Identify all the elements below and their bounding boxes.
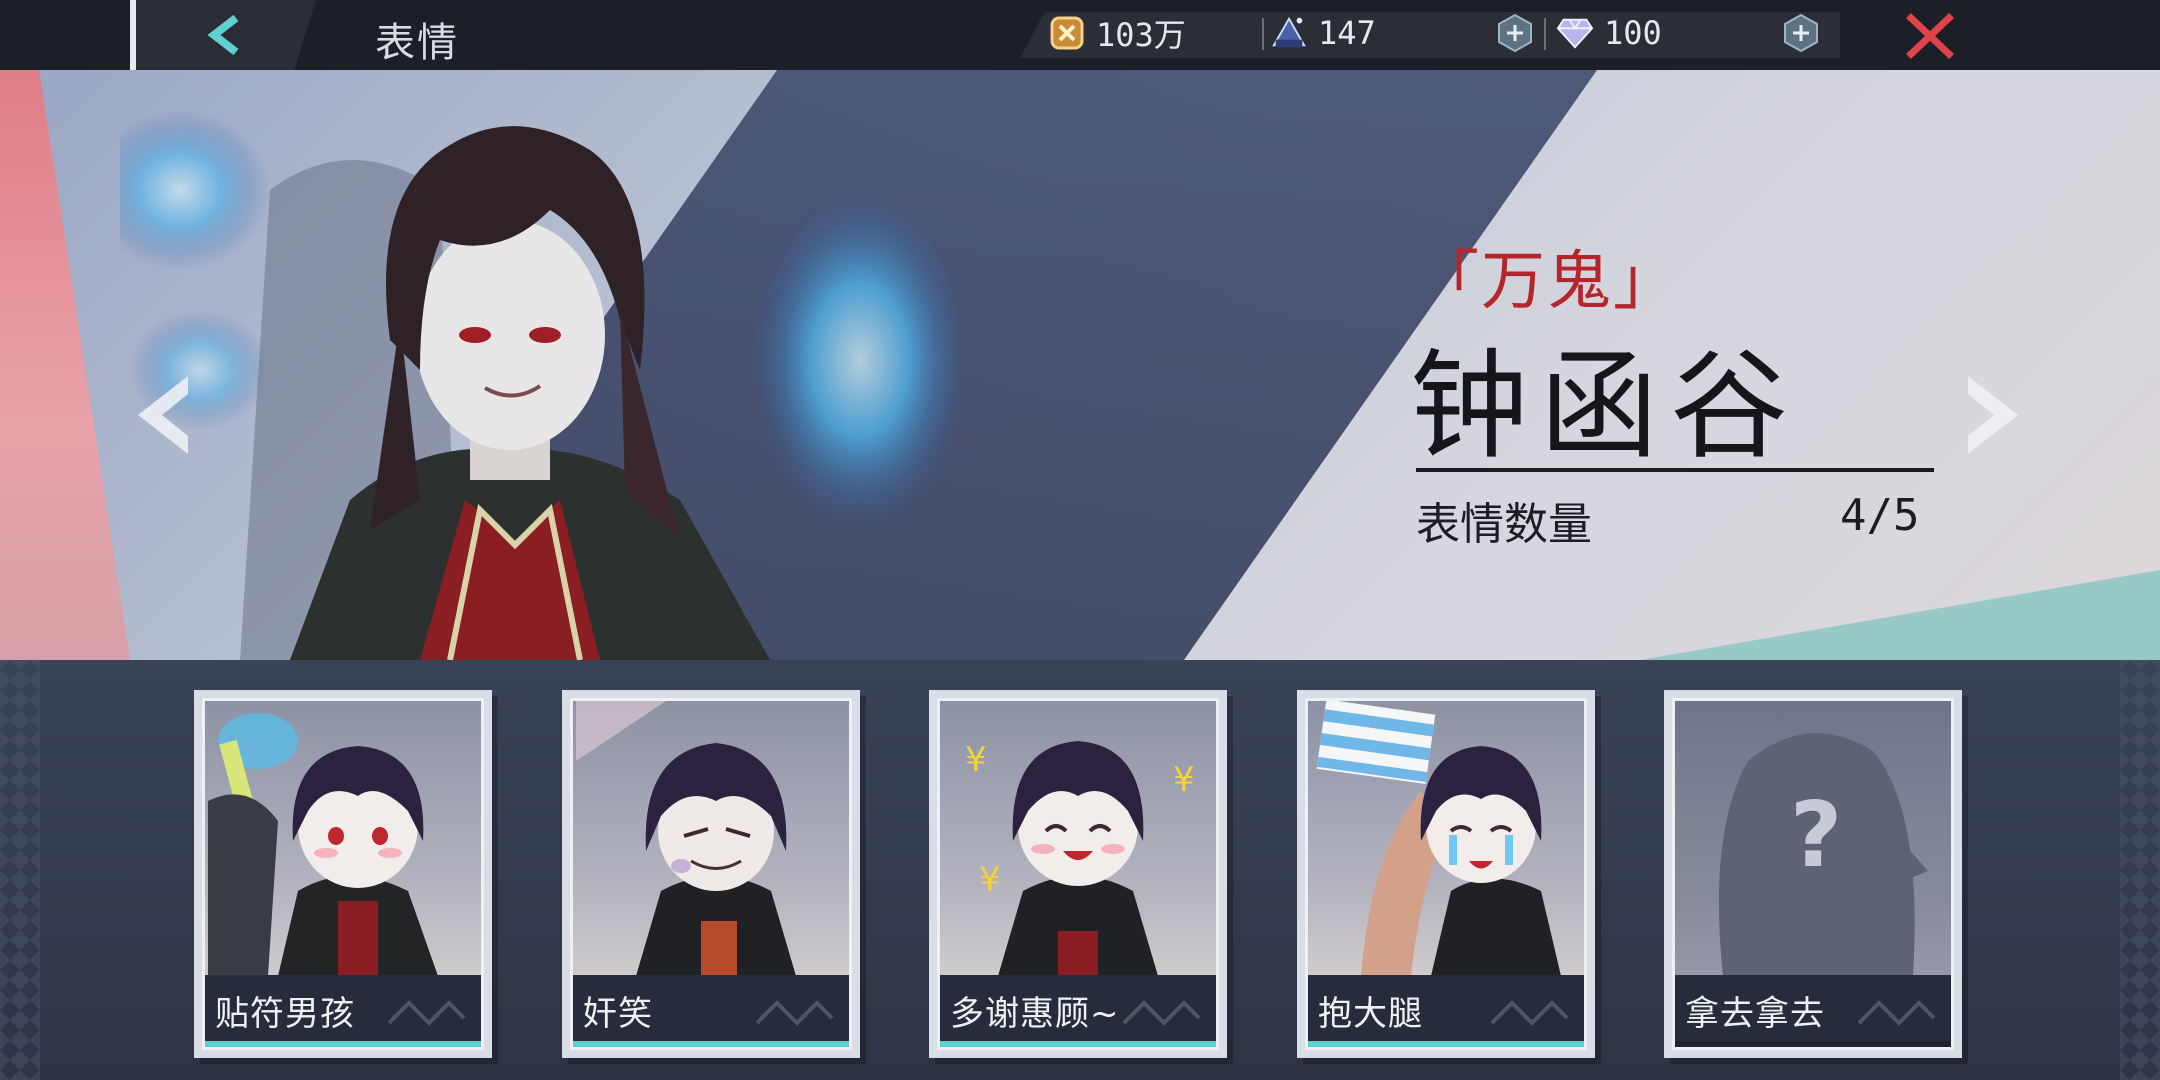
svg-text:¥: ¥	[979, 860, 1001, 900]
character-banner: 「万鬼」 钟函谷 表情数量 4/5	[0, 70, 2160, 660]
gold-amount: 103万	[1096, 16, 1186, 54]
infinity-icon	[1857, 1000, 1936, 1026]
next-character-button[interactable]	[1958, 370, 2028, 460]
gold-coin-icon	[1048, 14, 1086, 52]
infinity-icon	[387, 1000, 466, 1026]
locked-silhouette: ?	[1718, 733, 1928, 976]
top-bar: 表情 103万 147 100	[0, 0, 2160, 70]
stamina-amount: 147	[1318, 14, 1376, 52]
currency-diamond: 100	[1556, 10, 1662, 56]
currency-gold: 103万	[1048, 10, 1186, 56]
expression-label: 多谢惠顾~	[950, 994, 1120, 1034]
expression-card[interactable]: ¥ ¥ ¥ 多谢惠顾~	[929, 690, 1227, 1058]
previous-character-button[interactable]	[128, 370, 198, 460]
currency-stamina: 147	[1270, 10, 1376, 56]
svg-text:¥: ¥	[965, 740, 987, 780]
expression-list: 贴符男孩 奸笑 ¥ ¥ ¥ 多谢惠顾~ 抱大腿 ? 拿去拿去	[0, 660, 2160, 1080]
teal-corner	[1640, 570, 2160, 660]
expression-count-value: 4/5	[1840, 490, 1920, 541]
expression-label: 抱大腿	[1318, 994, 1423, 1034]
page-title: 表情	[375, 20, 459, 66]
infinity-icon	[755, 1000, 834, 1026]
expression-thumbnail	[208, 713, 438, 976]
divider	[1544, 18, 1546, 50]
expression-label: 奸笑	[583, 994, 653, 1034]
svg-text:¥: ¥	[1173, 760, 1195, 800]
expression-card[interactable]: 奸笑	[562, 690, 860, 1058]
infinity-icon	[1490, 1000, 1569, 1026]
add-stamina-button[interactable]	[1496, 14, 1534, 52]
character-name: 钟函谷	[1410, 337, 1801, 475]
back-button[interactable]	[195, 8, 255, 62]
bar-accent	[130, 0, 136, 70]
expression-card[interactable]: 贴符男孩	[194, 690, 492, 1058]
stamina-crystal-icon	[1270, 14, 1308, 52]
infinity-icon	[1122, 1000, 1201, 1026]
card-accent-bar	[205, 1041, 481, 1047]
card-frame: 奸笑	[570, 698, 852, 1050]
expression-thumbnail: ¥ ¥ ¥	[965, 740, 1195, 976]
card-frame: ¥ ¥ ¥ 多谢惠顾~	[937, 698, 1219, 1050]
divider	[1262, 18, 1264, 50]
checker-pattern	[0, 660, 40, 1080]
card-frame: 抱大腿	[1305, 698, 1587, 1050]
card-accent-bar	[940, 1041, 1216, 1047]
character-illustration	[120, 110, 960, 660]
expression-label: 拿去拿去	[1685, 994, 1825, 1034]
card-frame: 贴符男孩	[202, 698, 484, 1050]
expression-thumbnail	[1316, 701, 1561, 976]
expression-card-locked[interactable]: ? 拿去拿去	[1664, 690, 1962, 1058]
pink-band	[0, 70, 130, 660]
add-diamond-button[interactable]	[1782, 14, 1820, 52]
card-frame: ? 拿去拿去	[1672, 698, 1954, 1050]
card-accent-bar	[1675, 1041, 1951, 1047]
name-divider	[1416, 468, 1934, 472]
expression-count-label: 表情数量	[1416, 499, 1592, 550]
expression-thumbnail	[576, 701, 796, 976]
expression-label: 贴符男孩	[215, 994, 355, 1034]
card-accent-bar	[573, 1041, 849, 1047]
question-mark-icon: ?	[1790, 783, 1842, 888]
emote-screen: 表情 103万 147 100 「万鬼」 钟函谷 表情数量 4/5 贴符男孩 奸…	[0, 0, 2160, 1080]
diamond-icon	[1556, 14, 1594, 52]
diamond-amount: 100	[1604, 14, 1662, 52]
chevron-left-icon	[207, 14, 239, 56]
close-button[interactable]	[1905, 13, 1955, 59]
card-accent-bar	[1308, 1041, 1584, 1047]
expression-card[interactable]: 抱大腿	[1297, 690, 1595, 1058]
checker-pattern	[2120, 660, 2160, 1080]
character-epithet: 「万鬼」	[1415, 245, 1679, 319]
